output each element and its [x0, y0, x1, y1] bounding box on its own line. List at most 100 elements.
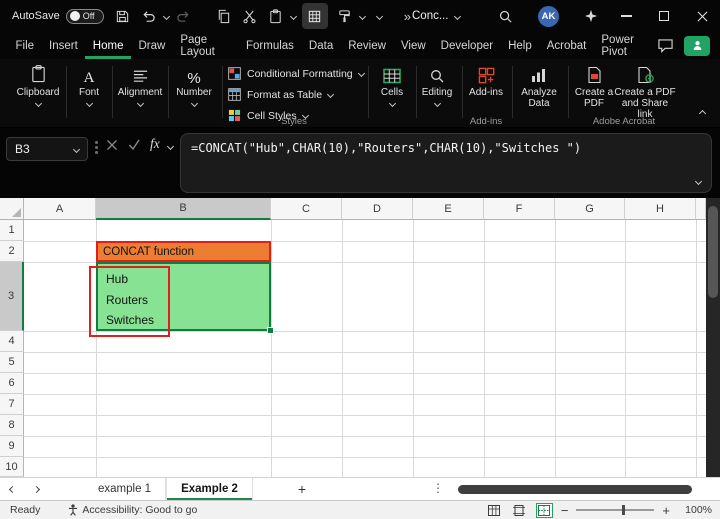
number-group-button[interactable]: % Number	[170, 64, 218, 108]
formula-input[interactable]: =CONCAT("Hub",CHAR(10),"Routers",CHAR(10…	[180, 133, 712, 193]
formula-bar-drag-handle[interactable]	[95, 141, 98, 154]
menu-formulas[interactable]: Formulas	[238, 32, 301, 59]
cell-b2[interactable]: CONCAT function	[96, 241, 271, 262]
menu-power-pivot[interactable]: Power Pivot	[594, 32, 657, 59]
horizontal-scrollbar-thumb[interactable]	[458, 485, 692, 494]
sheet-nav-right-icon[interactable]	[24, 478, 48, 501]
row-header-8[interactable]: 8	[0, 415, 24, 436]
create-pdf-button[interactable]: Create a PDF	[572, 64, 616, 109]
menu-help[interactable]: Help	[501, 32, 540, 59]
close-button[interactable]	[684, 0, 720, 32]
insert-function-chevron-icon[interactable]	[166, 142, 175, 151]
sheet-tab-example-2[interactable]: Example 2	[166, 477, 253, 501]
menu-review[interactable]: Review	[341, 32, 394, 59]
name-box[interactable]: B3	[6, 137, 88, 161]
vertical-scrollbar-thumb[interactable]	[708, 206, 718, 298]
row-header-1[interactable]: 1	[0, 220, 24, 241]
zoom-level[interactable]: 100%	[678, 504, 712, 516]
zoom-slider[interactable]	[576, 505, 655, 515]
share-button[interactable]	[684, 35, 710, 56]
row-header-9[interactable]: 9	[0, 436, 24, 457]
copy-icon[interactable]	[211, 3, 237, 29]
row-header-6[interactable]: 6	[0, 373, 24, 394]
search-icon[interactable]	[492, 3, 518, 29]
undo-icon[interactable]	[136, 3, 162, 29]
column-header-c[interactable]: C	[271, 198, 342, 220]
normal-view-icon[interactable]	[486, 503, 503, 518]
cut-icon[interactable]	[237, 3, 263, 29]
ribbon-options-chevron-icon[interactable]	[375, 12, 383, 20]
editing-group-button[interactable]: Editing	[414, 64, 460, 108]
font-group-button[interactable]: A Font	[68, 64, 110, 108]
column-header-partial[interactable]	[696, 198, 706, 220]
expand-formula-bar-icon[interactable]	[694, 177, 703, 186]
gridline	[555, 220, 556, 477]
fill-handle[interactable]	[267, 327, 274, 334]
menu-view[interactable]: View	[393, 32, 433, 59]
row-header-4[interactable]: 4	[0, 331, 24, 352]
format-painter-chevron-icon[interactable]	[358, 12, 366, 20]
column-header-d[interactable]: D	[342, 198, 413, 220]
zoom-in-button[interactable]: +	[662, 503, 670, 518]
redo-icon[interactable]	[171, 3, 197, 29]
row-header-10[interactable]: 10	[0, 457, 24, 477]
row-header-3[interactable]: 3	[0, 262, 24, 331]
conditional-formatting-button[interactable]: Conditional Formatting	[228, 66, 365, 81]
undo-chevron-icon[interactable]	[162, 12, 170, 20]
row-header-7[interactable]: 7	[0, 394, 24, 415]
cancel-icon[interactable]	[106, 139, 118, 151]
column-header-f[interactable]: F	[484, 198, 555, 220]
quick-access-grid-icon[interactable]	[301, 3, 328, 29]
new-sheet-button[interactable]: +	[289, 478, 315, 501]
menu-draw[interactable]: Draw	[131, 32, 173, 59]
column-header-b[interactable]: B	[96, 198, 271, 220]
menu-data[interactable]: Data	[301, 32, 340, 59]
cells-area[interactable]: CONCAT function Hub Routers Switches	[24, 220, 706, 477]
paste-chevron-icon[interactable]	[289, 12, 297, 20]
autosave-toggle[interactable]: AutoSave Off	[12, 8, 104, 24]
sheet-nav-left-icon[interactable]	[0, 478, 24, 501]
select-all-button[interactable]	[0, 198, 24, 220]
collapse-ribbon-icon[interactable]	[698, 109, 707, 118]
row-header-5[interactable]: 5	[0, 352, 24, 373]
menu-file[interactable]: File	[8, 32, 42, 59]
sparkle-icon[interactable]	[578, 3, 604, 29]
create-pdf-share-button[interactable]: Create a PDF and Share link	[614, 64, 676, 120]
zoom-slider-knob[interactable]	[622, 505, 626, 515]
account-avatar[interactable]: AK	[538, 5, 559, 27]
sheet-tab-example-1[interactable]: example 1	[84, 477, 167, 501]
autosave-switch[interactable]: Off	[65, 8, 104, 24]
quick-access-overflow-icon[interactable]: »	[404, 9, 411, 24]
page-break-view-icon[interactable]	[535, 502, 553, 518]
clipboard-group-button[interactable]: Clipboard	[12, 64, 64, 108]
tab-bar-more-icon[interactable]: ⋮	[432, 481, 444, 495]
row-header-2[interactable]: 2	[0, 241, 24, 262]
document-title-group[interactable]: Conc...	[412, 10, 462, 22]
menu-home[interactable]: Home	[85, 32, 131, 59]
column-header-g[interactable]: G	[555, 198, 625, 220]
cells-group-button[interactable]: Cells	[370, 64, 414, 108]
addins-button[interactable]: Add-ins	[463, 64, 509, 98]
maximize-button[interactable]	[646, 0, 682, 32]
menu-acrobat[interactable]: Acrobat	[539, 32, 594, 59]
format-painter-icon[interactable]	[332, 3, 358, 29]
column-header-e[interactable]: E	[413, 198, 484, 220]
format-as-table-button[interactable]: Format as Table	[228, 87, 335, 102]
analyze-data-button[interactable]: Analyze Data	[514, 64, 564, 109]
alignment-group-button[interactable]: Alignment	[114, 64, 166, 108]
vertical-scrollbar[interactable]	[706, 198, 720, 477]
menu-developer[interactable]: Developer	[433, 32, 500, 59]
column-header-h[interactable]: H	[625, 198, 696, 220]
enter-icon[interactable]	[128, 139, 141, 151]
paste-icon[interactable]	[263, 3, 289, 29]
accessibility-status[interactable]: Accessibility: Good to go	[68, 504, 197, 516]
insert-function-button[interactable]: fx	[150, 136, 160, 152]
comments-icon[interactable]	[657, 38, 674, 53]
column-header-a[interactable]: A	[24, 198, 96, 220]
menu-page-layout[interactable]: Page Layout	[173, 32, 239, 59]
minimize-button[interactable]	[608, 0, 644, 32]
menu-insert[interactable]: Insert	[42, 32, 86, 59]
save-icon[interactable]	[110, 3, 136, 29]
zoom-out-button[interactable]: −	[561, 503, 569, 518]
page-layout-view-icon[interactable]	[511, 503, 528, 518]
